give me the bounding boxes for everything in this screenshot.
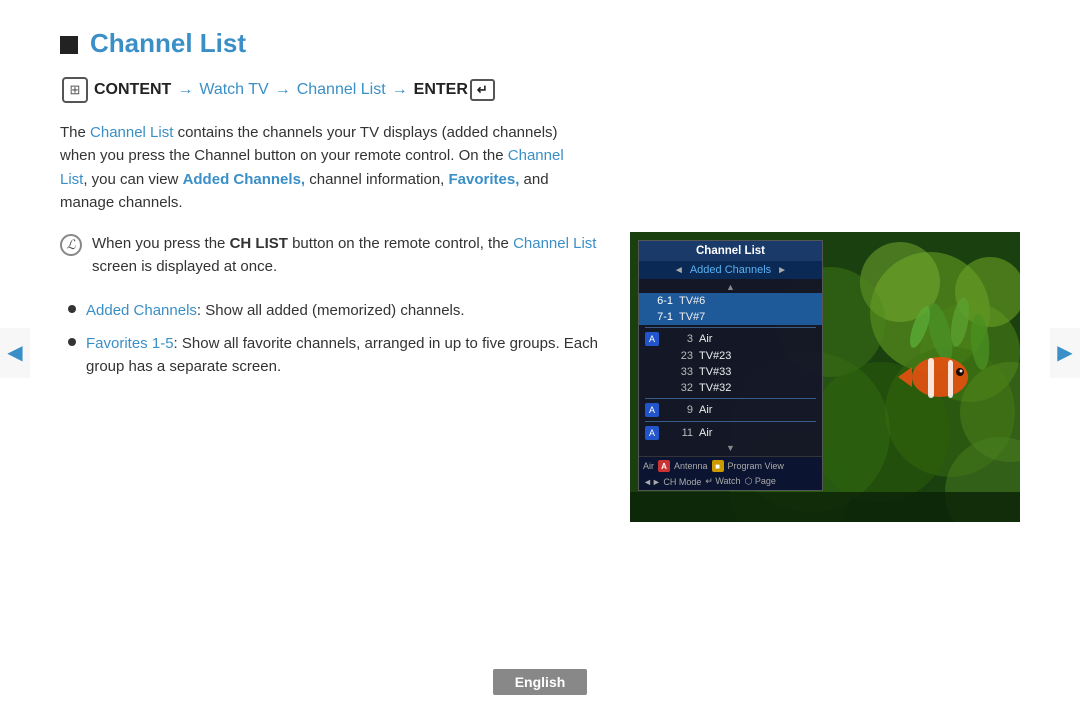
page-title: Channel List <box>90 28 246 59</box>
right-column: Channel List ◄ Added Channels ► ▲ 6-1 TV… <box>630 232 1020 522</box>
body-text: The Channel List contains the channels y… <box>60 121 590 214</box>
ch-badge: A <box>645 403 659 417</box>
ch-badge: A <box>645 426 659 440</box>
nav-arrow-3: → <box>392 81 408 99</box>
channel-panel-title: Channel List <box>639 241 822 261</box>
bullet-dot <box>68 338 76 346</box>
channel-row[interactable]: 32 TV#32 <box>639 380 822 396</box>
channel-divider <box>645 421 816 422</box>
content-label: CONTENT <box>94 81 171 99</box>
footer-page: ⬡ Page <box>745 476 776 487</box>
ch-list-bold: CH LIST <box>230 235 288 252</box>
ch-number: 6-1 <box>645 295 673 307</box>
note-part1: When you press the <box>92 235 230 252</box>
ch-number: 33 <box>665 366 693 378</box>
list-item: Favorites 1-5: Show all favorite channel… <box>68 332 600 379</box>
ch-name: TV#7 <box>679 311 816 323</box>
note-icon: ℒ <box>60 234 82 256</box>
note-block: ℒ When you press the CH LIST button on t… <box>60 232 600 279</box>
body-part4: channel information, <box>305 171 448 188</box>
ch-name: Air <box>699 404 816 416</box>
channel-row[interactable]: A 9 Air <box>639 401 822 419</box>
ch-name: TV#23 <box>699 350 816 362</box>
section-title-row: Channel List <box>60 28 1020 59</box>
ch-left-arrow: ◄ <box>674 265 684 276</box>
footer-ch-mode: ◄► CH Mode <box>643 477 701 487</box>
ch-name: Air <box>699 333 816 345</box>
footer-watch: ↵ Watch <box>705 476 740 487</box>
bullet-item-1-text: Added Channels: Show all added (memorize… <box>86 299 465 322</box>
channel-row[interactable]: 33 TV#33 <box>639 364 822 380</box>
ch-name: TV#32 <box>699 382 816 394</box>
channel-list-nav-link[interactable]: Channel List <box>297 81 386 99</box>
body-part3: , you can view <box>83 171 182 188</box>
nav-arrow-2: → <box>275 81 291 99</box>
channel-list-highlight-1: Channel List <box>90 124 173 141</box>
note-part2: button on the remote control, the <box>288 235 513 252</box>
nav-arrow-1: → <box>177 81 193 99</box>
list-item: Added Channels: Show all added (memorize… <box>68 299 600 322</box>
enter-label: ENTER↵ <box>414 79 495 101</box>
bullet-dot <box>68 305 76 313</box>
ch-name: TV#6 <box>679 295 816 307</box>
channel-row[interactable]: 23 TV#23 <box>639 348 822 364</box>
bottom-bar: English <box>0 669 1080 705</box>
ch-number: 32 <box>665 382 693 394</box>
tv-screenshot: Channel List ◄ Added Channels ► ▲ 6-1 TV… <box>630 232 1020 522</box>
subheader-label: Added Channels <box>690 264 771 276</box>
ch-number: 9 <box>665 404 693 416</box>
content-icon: ⊞ <box>62 77 88 103</box>
channel-row[interactable]: A 3 Air <box>639 330 822 348</box>
program-view-badge: ■ <box>712 460 724 472</box>
nav-path: ⊞ CONTENT → Watch TV → Channel List → EN… <box>62 77 1020 103</box>
favorites-label: Favorites 1-5 <box>86 335 174 352</box>
channel-list-panel: Channel List ◄ Added Channels ► ▲ 6-1 TV… <box>638 240 823 491</box>
page-next-arrow[interactable]: ▶ <box>1050 328 1080 378</box>
main-layout: ℒ When you press the CH LIST button on t… <box>60 232 1020 522</box>
title-square-icon <box>60 36 78 54</box>
added-channels-highlight: Added Channels, <box>183 171 306 188</box>
content-icon-symbol: ⊞ <box>70 82 81 98</box>
left-column: ℒ When you press the CH LIST button on t… <box>60 232 600 388</box>
ch-right-arrow: ► <box>777 265 787 276</box>
ch-name: Air <box>699 427 816 439</box>
ch-badge: A <box>645 332 659 346</box>
channel-divider <box>645 327 816 328</box>
channel-panel-footer: Air A Antenna ■ Program View ◄► CH Mode … <box>639 456 822 490</box>
page-prev-arrow[interactable]: ◀ <box>0 328 30 378</box>
scroll-down-indicator: ▼ <box>639 442 822 454</box>
channel-list-note-link[interactable]: Channel List <box>513 235 596 252</box>
bullet-item-2-text: Favorites 1-5: Show all favorite channel… <box>86 332 600 379</box>
footer-program-label: Program View <box>728 461 784 471</box>
page-content: Channel List ⊞ CONTENT → Watch TV → Chan… <box>0 0 1080 542</box>
bullet-list: Added Channels: Show all added (memorize… <box>60 299 600 379</box>
enter-icon: ↵ <box>470 79 495 101</box>
note-text: When you press the CH LIST button on the… <box>92 232 600 279</box>
ch-number: 3 <box>665 333 693 345</box>
ch-number: 23 <box>665 350 693 362</box>
body-part1: The <box>60 124 90 141</box>
scroll-up-indicator: ▲ <box>639 281 822 293</box>
ch-name: TV#33 <box>699 366 816 378</box>
bullet-1-suffix: : Show all added (memorized) channels. <box>197 302 465 319</box>
language-badge: English <box>493 669 588 695</box>
channel-row[interactable]: 6-1 TV#6 <box>639 293 822 309</box>
channel-row[interactable]: A 11 Air <box>639 424 822 442</box>
antenna-badge: A <box>658 460 670 472</box>
channel-divider <box>645 398 816 399</box>
ch-number: 11 <box>665 427 693 439</box>
ch-number: 7-1 <box>645 311 673 323</box>
favorites-highlight: Favorites, <box>449 171 520 188</box>
watch-tv-link[interactable]: Watch TV <box>199 81 268 99</box>
added-channels-label: Added Channels <box>86 302 197 319</box>
footer-antenna-label: Antenna <box>674 461 708 471</box>
channel-rows: ▲ 6-1 TV#6 7-1 TV#7 <box>639 279 822 456</box>
channel-subheader: ◄ Added Channels ► <box>639 261 822 279</box>
footer-current: Air <box>643 461 654 471</box>
channel-row[interactable]: 7-1 TV#7 <box>639 309 822 325</box>
note-part3: screen is displayed at once. <box>92 258 277 275</box>
